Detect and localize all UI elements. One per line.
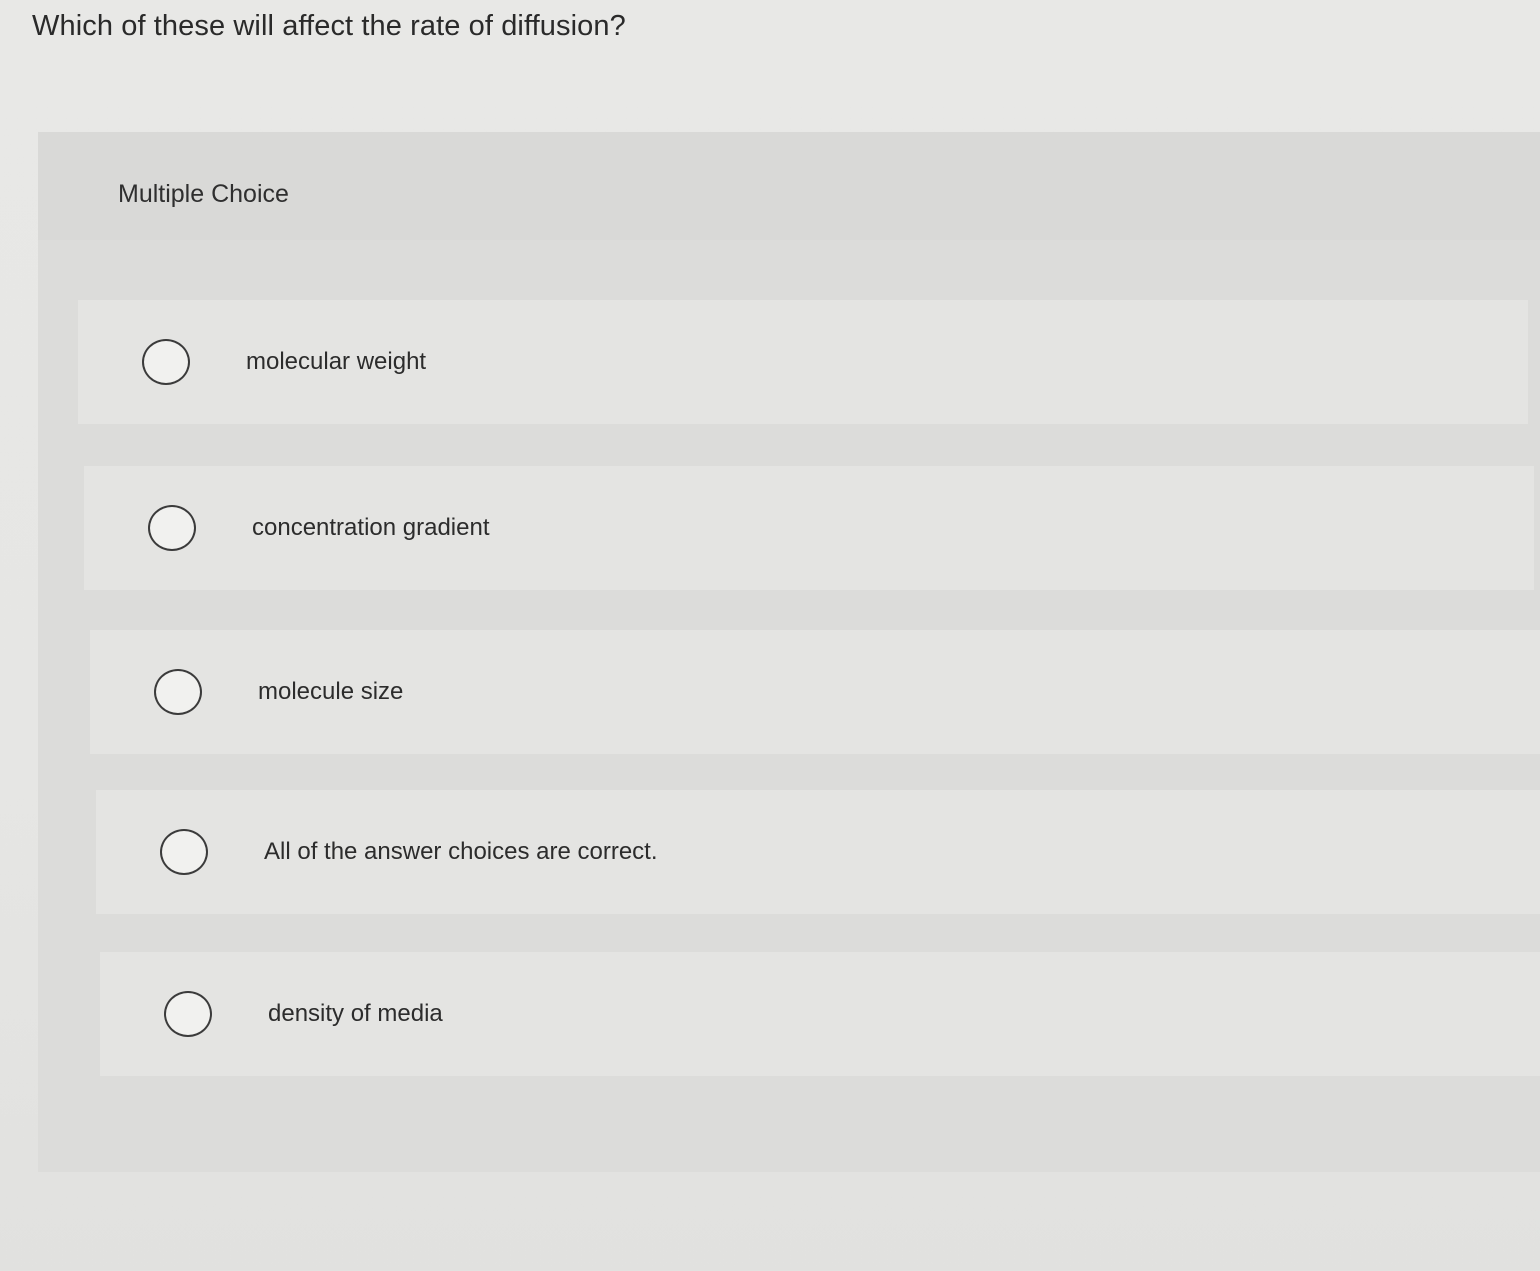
answer-option-4[interactable]: All of the answer choices are correct. [96,790,1540,914]
question-text: Which of these will affect the rate of d… [32,10,626,42]
radio-button-icon[interactable] [164,991,212,1037]
answer-option-label: All of the answer choices are correct. [264,838,658,865]
question-type-label: Multiple Choice [118,180,289,208]
multiple-choice-card: Multiple Choice molecular weight concent… [38,132,1540,1172]
radio-button-icon[interactable] [142,339,190,385]
answer-option-3[interactable]: molecule size [90,630,1540,754]
answer-option-label: density of media [268,1000,443,1027]
answer-option-label: molecule size [258,678,404,705]
answer-option-label: molecular weight [246,348,427,375]
answer-option-label: concentration gradient [252,514,490,541]
card-header: Multiple Choice [38,132,1540,240]
radio-button-icon[interactable] [148,505,196,551]
answer-option-1[interactable]: molecular weight [78,300,1528,424]
radio-button-icon[interactable] [154,669,202,715]
radio-button-icon[interactable] [160,829,208,875]
answer-option-5[interactable]: density of media [100,952,1540,1076]
answer-option-2[interactable]: concentration gradient [84,466,1534,590]
